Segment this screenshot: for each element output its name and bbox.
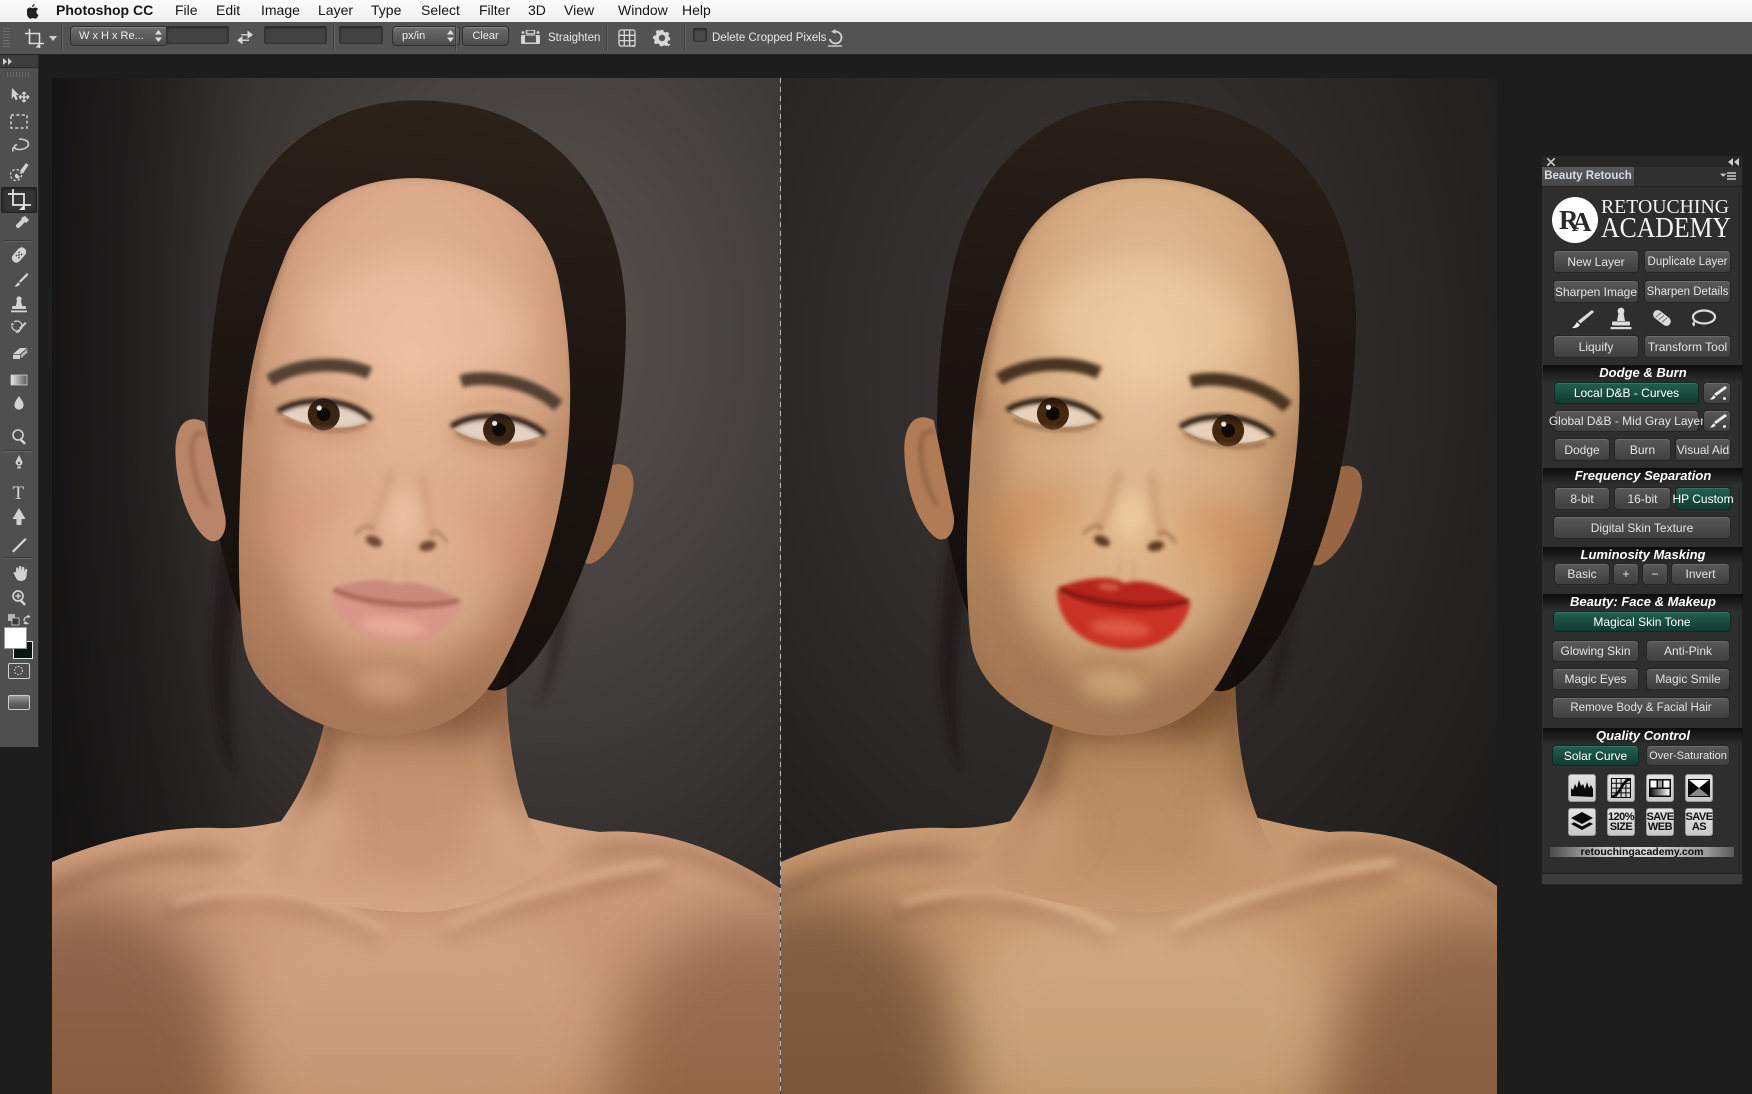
- svg-text:ACADEMY: ACADEMY: [1601, 213, 1731, 242]
- svg-text:A: A: [1572, 207, 1592, 237]
- svg-text:T: T: [13, 483, 25, 504]
